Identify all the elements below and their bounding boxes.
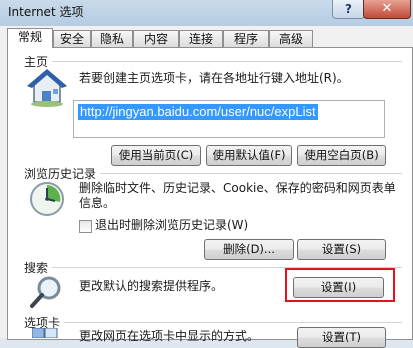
- history-settings-button[interactable]: 设置(S): [297, 239, 386, 260]
- history-description-line1: 删除临时文件、历史记录、Cookie、保存的密码和网页表单: [79, 181, 396, 195]
- delete-history-on-exit-label: 退出时删除浏览历史记录(W): [95, 218, 249, 232]
- home-description: 若要创建主页选项卡，请在各地址行键入地址(R)。: [79, 71, 349, 85]
- search-settings-highlight: [285, 268, 395, 302]
- tab-privacy[interactable]: 隐私: [91, 30, 133, 47]
- tabs-description: 更改网页在选项卡中显示的方式。: [79, 329, 260, 343]
- tabs-divider: [64, 322, 402, 323]
- close-button[interactable]: ✕: [363, 0, 411, 19]
- history-description-line2: 信息。: [79, 196, 116, 210]
- history-divider: [100, 173, 402, 174]
- window-title: Internet 选项: [8, 5, 84, 19]
- home-divider: [52, 61, 402, 62]
- delete-history-on-exit-checkbox[interactable]: [79, 220, 92, 233]
- tab-general[interactable]: 常规: [7, 28, 53, 48]
- tab-security[interactable]: 安全: [53, 30, 91, 47]
- use-blank-button[interactable]: 使用空白页(B): [297, 145, 386, 166]
- delete-history-button[interactable]: 删除(D)...: [204, 239, 294, 260]
- use-current-button[interactable]: 使用当前页(C): [111, 145, 201, 166]
- use-default-button[interactable]: 使用默认值(F): [206, 145, 292, 166]
- tab-programs[interactable]: 程序: [223, 30, 269, 47]
- search-description: 更改默认的搜索提供程序。: [79, 279, 224, 293]
- search-section-heading: 搜索: [24, 261, 49, 275]
- tab-connections[interactable]: 连接: [179, 30, 223, 47]
- home-url-textarea[interactable]: http://jingyan.baidu.com/user/nuc/expLis…: [73, 100, 385, 138]
- tab-content[interactable]: 内容: [133, 30, 179, 47]
- tab-advanced[interactable]: 高级: [269, 30, 313, 47]
- title-bar: Internet 选项 ? ✕: [0, 0, 413, 26]
- help-button[interactable]: ?: [332, 0, 365, 19]
- home-url-value: http://jingyan.baidu.com/user/nuc/expLis…: [78, 104, 318, 120]
